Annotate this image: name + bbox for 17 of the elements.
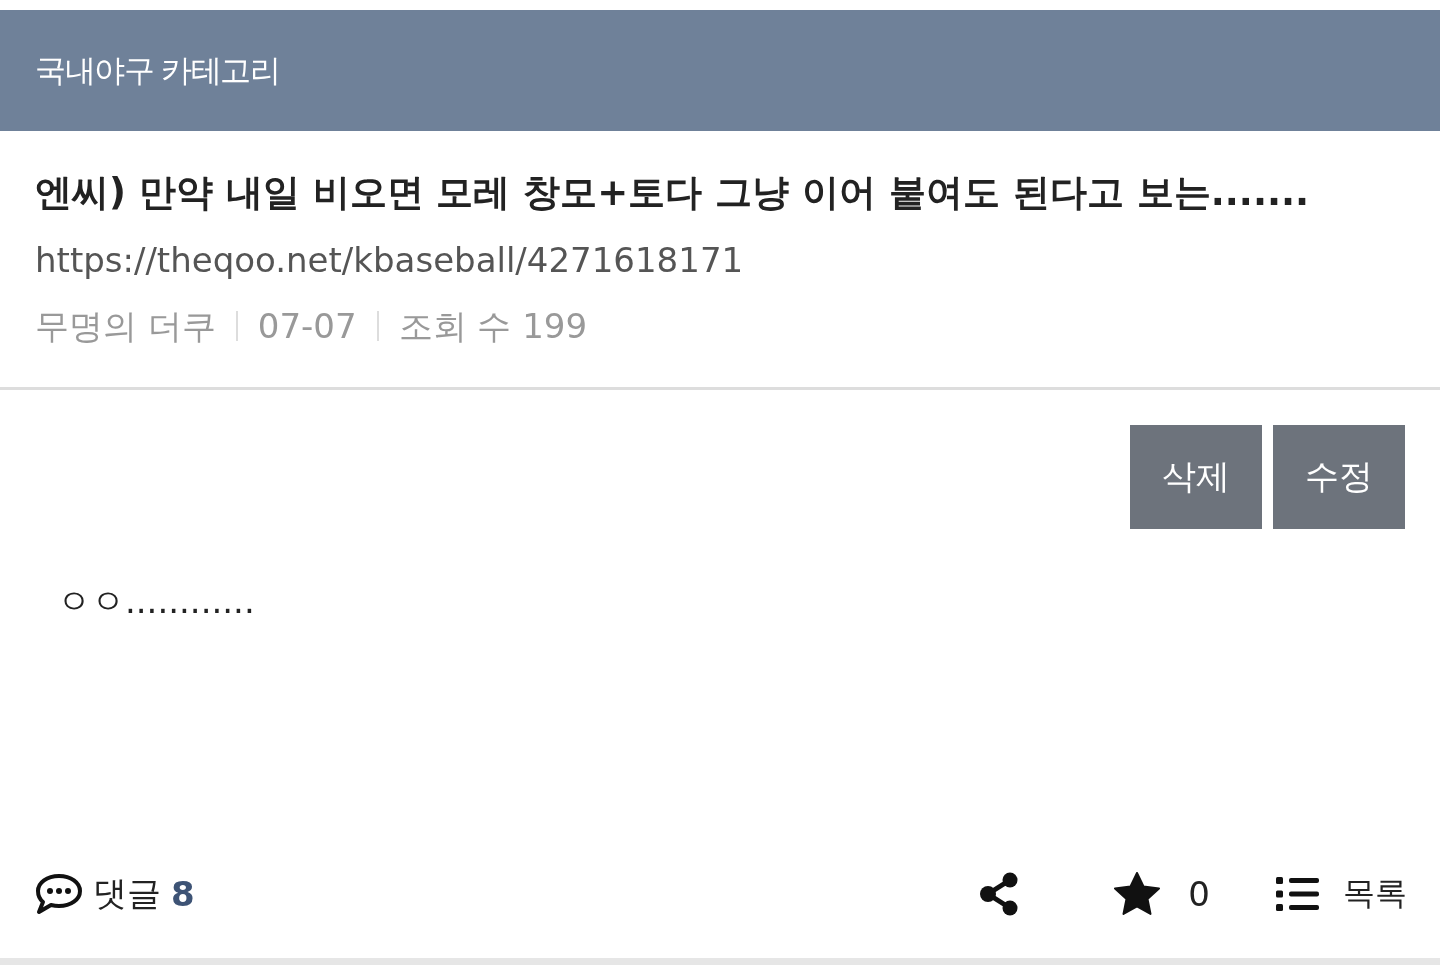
post-title: 엔씨) 만약 내일 비오면 모레 창모+토다 그냥 이어 붙여도 된다고 보는....... [35,170,1311,216]
speech-bubble-icon [35,872,83,915]
list-button[interactable]: 목록 [1276,871,1407,916]
delete-button[interactable]: 삭제 [1130,425,1262,529]
post-meta-text: 무명의 더쿠 [35,305,216,347]
post-url-link[interactable]: https://theqoo.net/kbaseball/4271618171 [35,239,744,281]
post-meta-text: 07-07 [257,305,357,347]
share-icon [979,871,1020,916]
comments-link[interactable]: 댓글 8 [35,870,195,917]
post-body-text: ㅇㅇ............ [57,580,255,623]
list-icon [1276,876,1319,911]
post-meta-text: 조회 수 199 [398,305,588,347]
star-button[interactable]: 0 [1114,872,1210,915]
star-icon [1114,872,1161,915]
share-button[interactable] [979,871,1020,916]
edit-button[interactable]: 수정 [1273,425,1405,529]
category-title: 국내야구 카테고리 [35,50,280,90]
